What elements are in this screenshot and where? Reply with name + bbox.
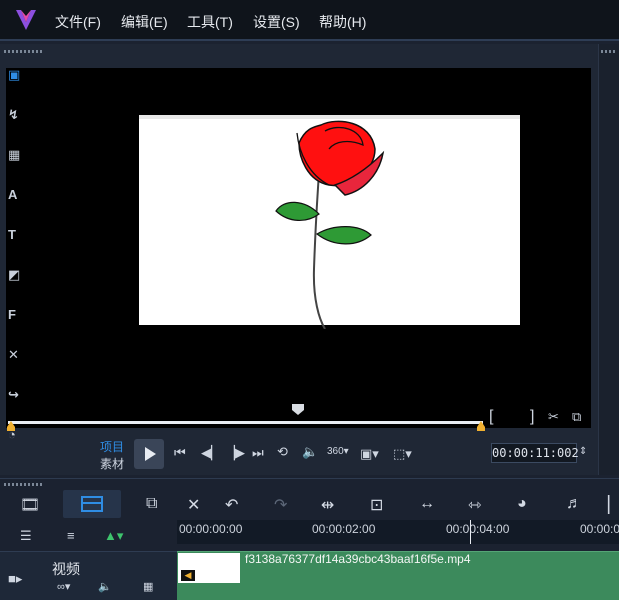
menu-settings[interactable]: 设置(S): [253, 12, 300, 32]
color-correction-icon[interactable]: ◕: [517, 495, 539, 517]
library-grip[interactable]: [601, 50, 617, 53]
tools-icon[interactable]: ✕: [187, 495, 209, 517]
timeline-grip[interactable]: [4, 483, 44, 486]
preview-window[interactable]: [6, 68, 591, 428]
track-manager-icon[interactable]: ☰: [20, 528, 32, 544]
add-track-icon[interactable]: ≡: [67, 528, 75, 543]
volume-icon[interactable]: 🔈: [302, 444, 318, 460]
timeline-view-icon: [81, 496, 103, 512]
library-toolbar: [598, 44, 619, 475]
menu-help[interactable]: 帮助(H): [319, 12, 366, 32]
ruler-tick-label: 00:00:00:00: [179, 522, 243, 536]
audio-mixer-icon[interactable]: ♬: [566, 495, 588, 517]
project-mode-label[interactable]: 项目: [100, 438, 124, 455]
link-icon[interactable]: ∞▾: [57, 580, 70, 593]
ruler-tick-label: 00:00:0: [580, 522, 619, 536]
transitions-icon[interactable]: A: [8, 188, 22, 202]
storyboard-view-icon[interactable]: 🎞: [20, 495, 42, 517]
end-icon[interactable]: ⏭: [252, 445, 264, 461]
video-track-icon: ■▸: [8, 571, 23, 586]
play-icon: [145, 447, 156, 461]
home-icon[interactable]: ⏮: [174, 445, 186, 461]
timecode-display[interactable]: 00:00:11:002: [491, 443, 579, 463]
undo-icon[interactable]: ↶: [225, 495, 247, 517]
smart-fit-icon[interactable]: ⇹: [321, 495, 343, 517]
fit-project-icon[interactable]: ⊡: [370, 495, 392, 517]
menu-file[interactable]: 文件(F): [55, 12, 101, 32]
video-frame: [139, 115, 520, 330]
motion-path-icon[interactable]: ✕: [8, 348, 22, 362]
clip-name: f3138a76377df14a39cbc43baaf16f5e.mp4: [245, 552, 471, 566]
templates-icon[interactable]: ▦: [8, 148, 22, 162]
title-icon[interactable]: T: [8, 228, 22, 242]
rose-image: [275, 120, 385, 330]
timeline-ruler[interactable]: [177, 520, 619, 544]
timeline-view-button[interactable]: [63, 490, 121, 518]
ruler-tick-label: 00:00:02:00: [312, 522, 376, 536]
track-grid-icon[interactable]: ▦: [143, 580, 153, 593]
menu-bar: 文件(F) 编辑(E) 工具(T) 设置(S) 帮助(H): [0, 0, 619, 41]
audio-indicator-icon: ◀: [181, 570, 195, 581]
instant-project-icon[interactable]: ↯: [8, 108, 22, 122]
timeline-playhead[interactable]: [470, 520, 471, 544]
redo-icon[interactable]: ↷: [274, 495, 296, 517]
zoom-fit-icon[interactable]: ↔: [419, 495, 441, 517]
safe-area-icon[interactable]: ⬚▾: [393, 446, 412, 462]
next-frame-icon[interactable]: ▕▶: [225, 445, 245, 461]
aspect-ratio-icon[interactable]: ▣▾: [360, 446, 379, 462]
mark-in-button[interactable]: [: [489, 408, 493, 426]
play-button[interactable]: [134, 439, 164, 469]
app-logo-icon: [16, 10, 36, 30]
audio-icon[interactable]: ↪: [8, 388, 22, 402]
360-view-icon[interactable]: 360▾: [327, 446, 349, 457]
scrubber-bar[interactable]: [8, 421, 483, 424]
insert-space-icon[interactable]: ⇿: [468, 495, 490, 517]
clip-mode-label[interactable]: 素材: [100, 455, 124, 472]
enlarge-preview-icon[interactable]: ⧉: [572, 409, 581, 425]
track-label: 视频: [52, 561, 80, 577]
previous-frame-icon[interactable]: ◀▏: [201, 445, 221, 461]
graphics-icon[interactable]: ◩: [8, 268, 22, 282]
menu-edit[interactable]: 编辑(E): [121, 12, 168, 32]
track-volume-icon[interactable]: 🔈: [98, 580, 112, 593]
record-capture-icon[interactable]: ⧉: [146, 495, 168, 517]
ripple-edit-icon[interactable]: ▲▾: [104, 528, 123, 544]
ruler-tick-label: 00:00:04:00: [446, 522, 510, 536]
more-tools-icon[interactable]: ▏: [608, 495, 619, 517]
split-clip-icon[interactable]: ✂: [548, 409, 559, 425]
repeat-icon[interactable]: ⟲: [277, 444, 288, 460]
panel-grip[interactable]: [4, 50, 44, 53]
timecode-stepper[interactable]: ⇕: [579, 446, 587, 457]
fx-filter-icon[interactable]: F: [8, 308, 22, 322]
mark-out-button[interactable]: ]: [530, 408, 534, 426]
menu-tools[interactable]: 工具(T): [187, 12, 233, 32]
media-library-icon[interactable]: ▣: [8, 68, 22, 82]
